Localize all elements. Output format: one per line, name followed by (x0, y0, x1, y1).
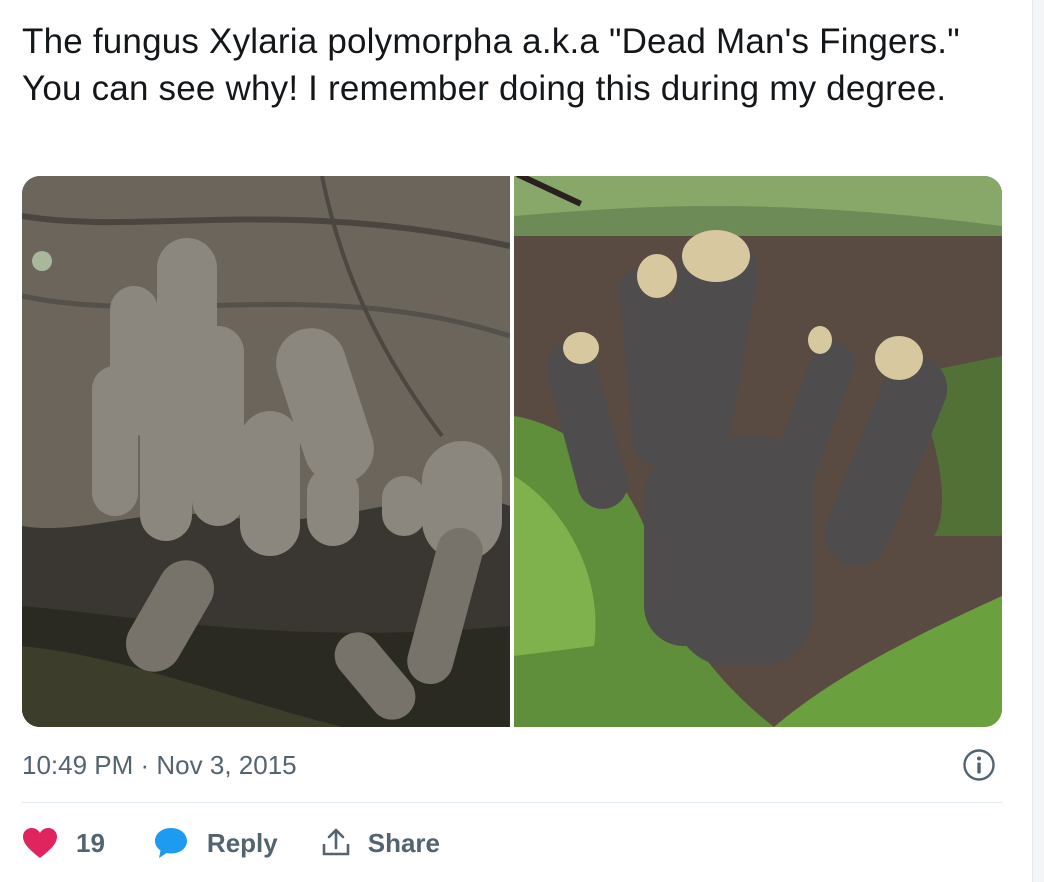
like-count: 19 (76, 827, 105, 858)
tweet-time: 10:49 PM (22, 750, 134, 780)
info-icon[interactable] (962, 748, 996, 782)
tweet-media[interactable] (22, 176, 1002, 727)
share-icon (322, 828, 350, 856)
timestamp-separator: · (133, 750, 157, 780)
heart-icon (23, 828, 57, 858)
scroll-edge (1032, 0, 1044, 882)
reply-label: Reply (206, 827, 278, 858)
share-label: Share (367, 827, 440, 858)
speech-bubble-icon (154, 828, 187, 858)
tweet-text: The fungus Xylaria polymorpha a.k.a "Dea… (22, 22, 960, 108)
tweet-actions: 19 Reply Share (22, 818, 440, 868)
tweet-card: The fungus Xylaria polymorpha a.k.a "Dea… (0, 0, 1044, 882)
tweet-timestamp[interactable]: 10:49 PM · Nov 3, 2015 (22, 750, 297, 781)
like-button[interactable]: 19 (22, 827, 153, 859)
tweet-date: Nov 3, 2015 (156, 750, 297, 780)
share-button[interactable]: Share (320, 827, 440, 859)
photo-fungus-in-moss[interactable] (514, 176, 1002, 727)
reply-button[interactable]: Reply (153, 826, 320, 860)
photo-fungus-on-log[interactable] (22, 176, 510, 727)
divider (22, 802, 1002, 803)
